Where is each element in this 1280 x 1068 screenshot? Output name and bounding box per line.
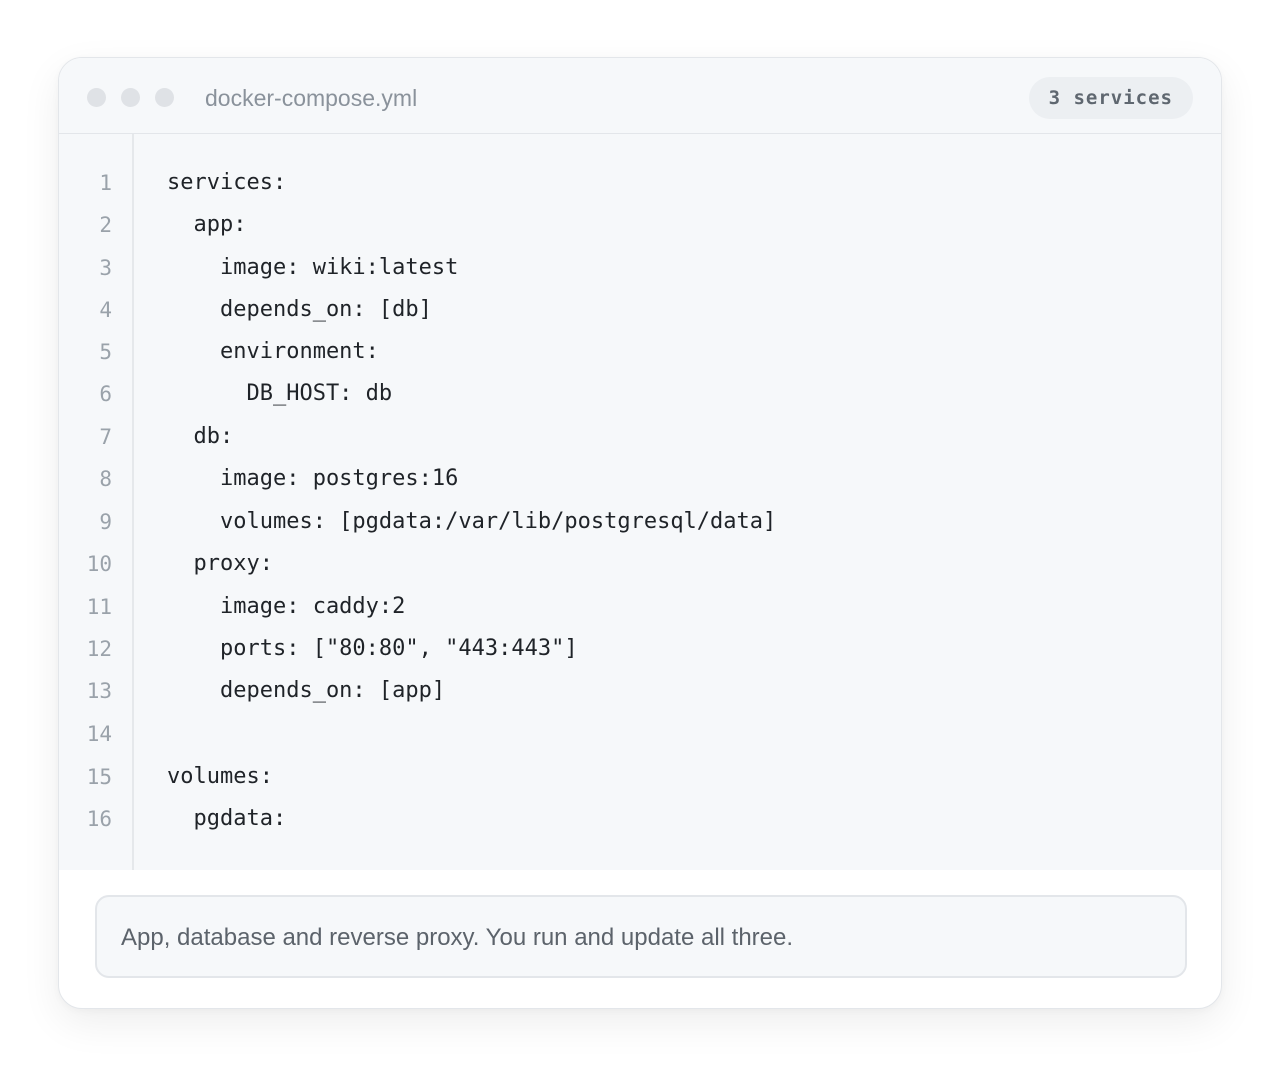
- code-line: volumes:: [167, 764, 273, 789]
- window-titlebar: docker-compose.yml 3 services: [59, 58, 1221, 134]
- window-dot-2: [121, 88, 140, 107]
- code-line: volumes: [pgdata:/var/lib/postgresql/dat…: [167, 509, 777, 534]
- code-line: ports: ["80:80", "443:443"]: [167, 636, 578, 661]
- code-line: services:: [167, 170, 287, 195]
- line-number: 10: [86, 552, 112, 576]
- line-number: 3: [99, 256, 112, 280]
- line-number: 14: [86, 722, 112, 746]
- code-block: 1 2 3 4 5 6 7 8 9 10 11 12 13 14 15 16 s…: [59, 134, 1221, 870]
- code-line: environment:: [167, 339, 379, 364]
- code-line: app:: [167, 212, 247, 237]
- line-number: 13: [86, 679, 112, 703]
- services-count-badge: 3 services: [1028, 77, 1193, 119]
- line-number: 7: [99, 425, 112, 449]
- line-number: 6: [99, 382, 112, 406]
- line-number: 15: [86, 765, 112, 789]
- line-number: 4: [99, 298, 112, 322]
- window-dot-3: [155, 88, 174, 107]
- code-line: proxy:: [167, 551, 273, 576]
- code-line: image: caddy:2: [167, 594, 406, 619]
- line-number: 12: [86, 637, 112, 661]
- line-number-gutter: 1 2 3 4 5 6 7 8 9 10 11 12 13 14 15 16: [59, 134, 134, 870]
- line-number: 1: [99, 171, 112, 195]
- code-line: depends_on: [db]: [167, 297, 432, 322]
- code-line: image: wiki:latest: [167, 255, 459, 280]
- line-number: 8: [99, 467, 112, 491]
- code-line: DB_HOST: db: [167, 381, 393, 406]
- code-line: pgdata:: [167, 806, 287, 831]
- line-number: 16: [86, 807, 112, 831]
- line-number: 11: [86, 595, 112, 619]
- window-dot-1: [87, 88, 106, 107]
- line-number: 2: [99, 213, 112, 237]
- file-name: docker-compose.yml: [205, 85, 418, 111]
- code-window: docker-compose.yml 3 services 1 2 3 4 5 …: [58, 57, 1222, 1009]
- line-number: 9: [99, 510, 112, 534]
- line-number: 5: [99, 340, 112, 364]
- code-line: depends_on: [app]: [167, 678, 446, 703]
- code-line: db:: [167, 424, 234, 449]
- code-line: image: postgres:16: [167, 466, 459, 491]
- description-text: App, database and reverse proxy. You run…: [121, 924, 794, 951]
- description-box: App, database and reverse proxy. You run…: [95, 895, 1187, 978]
